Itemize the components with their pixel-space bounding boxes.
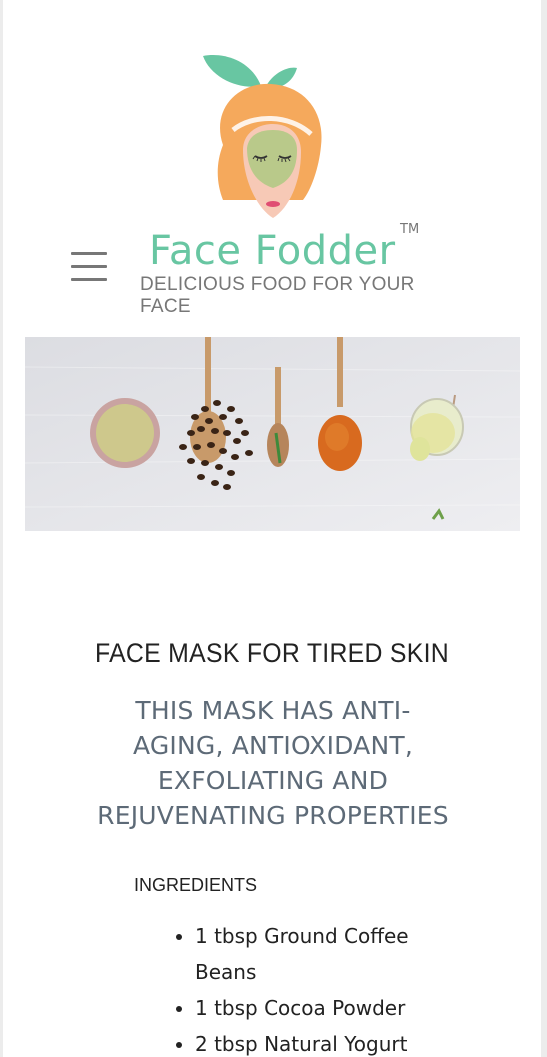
site-header: Face Fodder TM DELICIOUS FOOD FOR YOUR F… [3, 0, 541, 317]
article-subtitle: THIS MASK HAS ANTI-AGING, ANTIOXIDANT, E… [97, 696, 449, 830]
trademark-symbol: TM [400, 222, 420, 237]
clay-bowl-icon [90, 398, 160, 468]
ingredients-heading: INGREDIENTS [134, 875, 258, 895]
hero-image [25, 337, 520, 531]
brand-tagline: DELICIOUS FOOD FOR YOUR FACE [140, 274, 415, 317]
list-item: 1 tbsp Ground Coffee Beans [195, 918, 455, 990]
list-item: 1 tbsp Cocoa Powder [195, 990, 455, 1026]
menu-line-icon [71, 252, 107, 255]
logo-wordmark[interactable]: Face Fodder [149, 226, 409, 276]
hamburger-menu-button[interactable] [69, 250, 109, 284]
menu-line-icon [71, 265, 107, 268]
ingredients-list: 1 tbsp Ground Coffee Beans 1 tbsp Cocoa … [173, 918, 455, 1057]
menu-line-icon [71, 278, 107, 281]
list-item: 2 tbsp Natural Yogurt [195, 1026, 455, 1057]
page: Face Fodder TM DELICIOUS FOOD FOR YOUR F… [3, 0, 541, 1057]
logo-face-icon[interactable] [193, 50, 333, 225]
article-title: FACE MASK FOR TIRED SKIN [95, 638, 449, 668]
